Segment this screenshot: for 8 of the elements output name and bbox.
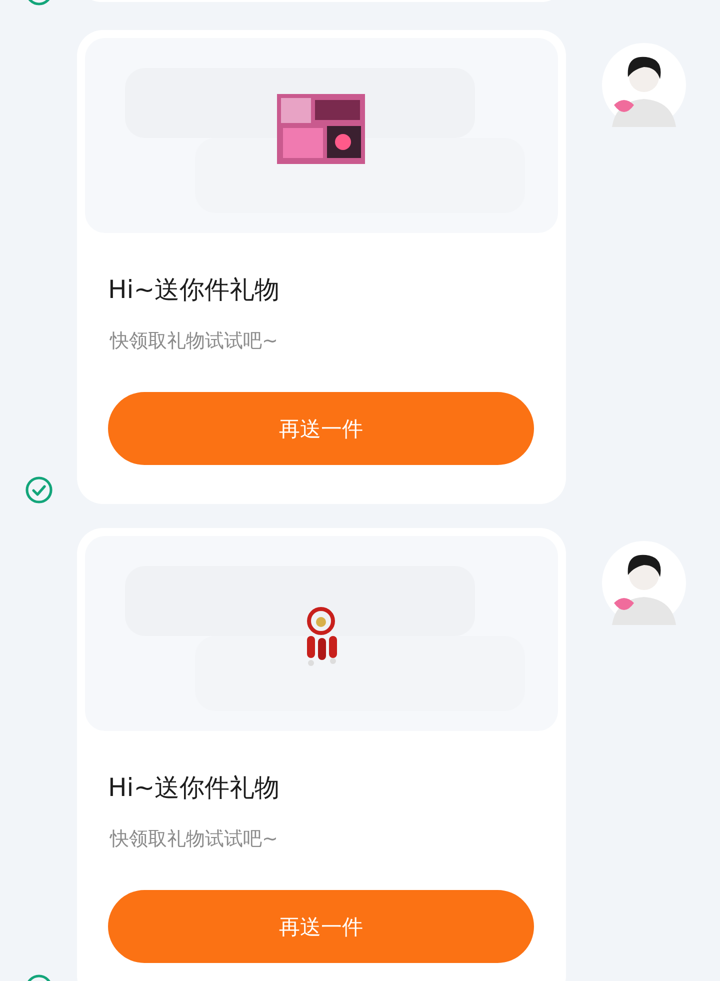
avatar-icon[interactable] [602,43,686,127]
send-again-button[interactable]: 再送一件 [108,890,534,963]
gift-subtitle: 快领取礼物试试吧~ [110,329,279,354]
gift-title: Hi~送你件礼物 [108,274,281,306]
gift-title: Hi~送你件礼物 [108,772,281,804]
gift-subtitle: 快领取礼物试试吧~ [110,827,279,852]
send-again-button[interactable]: 再送一件 [108,392,534,465]
avatar-icon[interactable] [602,541,686,625]
